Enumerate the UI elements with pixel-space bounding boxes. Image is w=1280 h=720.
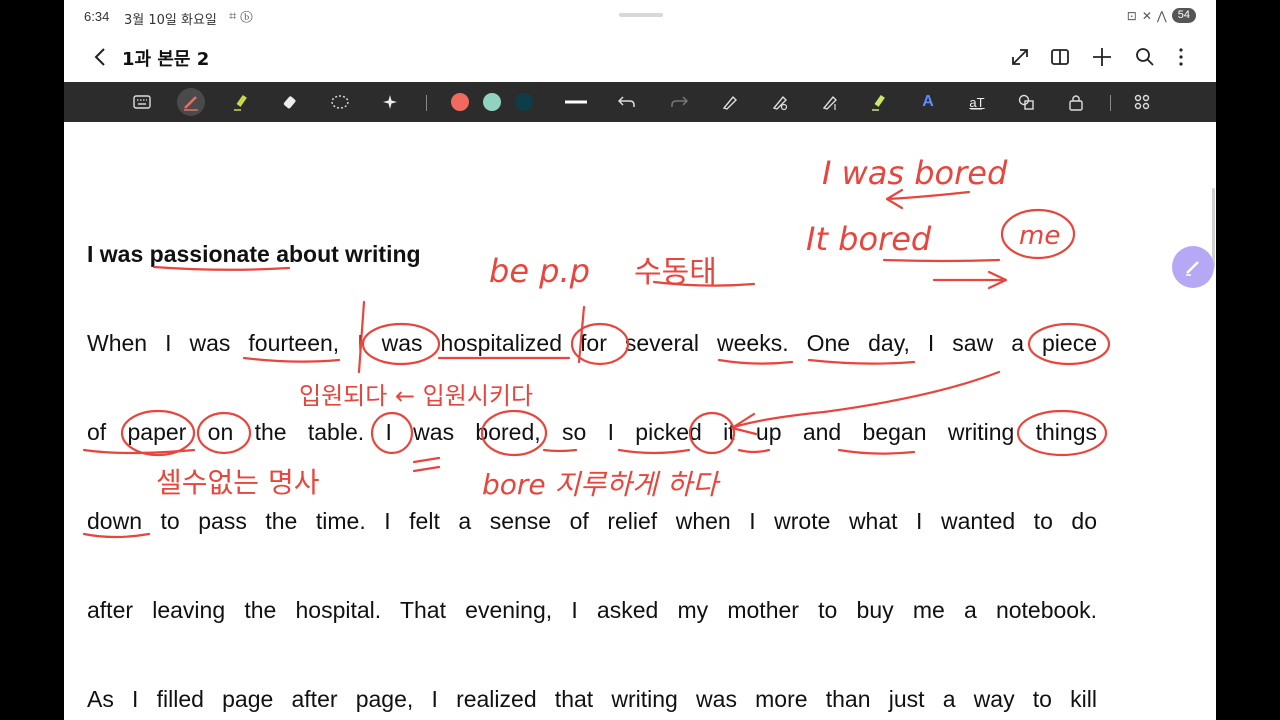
ink-note-bepp: be p.p bbox=[489, 252, 590, 290]
ink-arrow-right bbox=[932, 270, 1008, 290]
ink-equals-arrow bbox=[412, 456, 441, 473]
ink-underline-up bbox=[737, 448, 771, 454]
paragraph-line-4: after leaving the hospital. That evening… bbox=[87, 597, 1097, 623]
ink-underline-one-day bbox=[807, 358, 916, 365]
text-box-icon[interactable]: a͟T bbox=[963, 88, 991, 116]
ink-underline-of-paper bbox=[82, 448, 196, 455]
mute-icon: ✕ bbox=[1141, 8, 1152, 23]
ink-note-uncountable: 셀수없는 명사 bbox=[156, 466, 319, 499]
paragraph-line-3: down to pass the time. I felt a sense of… bbox=[87, 508, 1097, 534]
more-options-icon[interactable] bbox=[1168, 44, 1194, 70]
status-time: 6:34 bbox=[84, 9, 110, 24]
scrollbar[interactable] bbox=[1212, 188, 1215, 268]
paragraph-line-5: As I filled page after page, I realized … bbox=[87, 686, 1097, 712]
status-notification-icons: ⌗ⓑ bbox=[229, 8, 257, 23]
pen-shape-icon[interactable] bbox=[766, 88, 794, 116]
ink-circle-me bbox=[1000, 208, 1076, 260]
back-arrow-icon[interactable] bbox=[88, 44, 114, 70]
floating-pen-button[interactable] bbox=[1172, 246, 1214, 288]
app-screen: 6:34 3월 10일 화요일 ⌗ⓑ ⊡ ✕ ⋀ 54 1과 본문 2 A a͟… bbox=[64, 0, 1216, 720]
redo-icon[interactable] bbox=[665, 88, 693, 116]
search-icon[interactable] bbox=[1132, 44, 1158, 70]
ink-note-bore: bore 지루하게 하다 bbox=[482, 468, 721, 501]
text-style-icon[interactable]: A bbox=[914, 88, 942, 116]
ink-note-was-bored: I was bored bbox=[822, 154, 1008, 192]
keyboard-icon[interactable] bbox=[128, 88, 156, 116]
stroke-width-icon[interactable] bbox=[562, 88, 590, 116]
status-date: 3월 10일 화요일 bbox=[124, 13, 217, 28]
grid-menu-icon[interactable] bbox=[1128, 88, 1156, 116]
page-title: 1과 본문 2 bbox=[122, 49, 210, 70]
floating-pen-icon bbox=[1186, 261, 1199, 276]
toolbar-divider-2 bbox=[1110, 95, 1111, 111]
color-swatch-teal[interactable] bbox=[515, 93, 533, 111]
pen-icon[interactable] bbox=[177, 88, 205, 116]
ink-note-me: me bbox=[1019, 221, 1060, 251]
pen-upload-icon[interactable] bbox=[816, 88, 844, 116]
paragraph-line-2: of paper on the table. I was bored, so I… bbox=[87, 419, 1097, 445]
add-icon[interactable] bbox=[1089, 44, 1115, 70]
status-right-icons: ⊡ ✕ ⋀ 54 bbox=[1127, 8, 1196, 23]
multitask-handle[interactable] bbox=[619, 13, 663, 17]
wifi-icon: ⋀ bbox=[1156, 8, 1167, 23]
ink-underline-passive bbox=[652, 280, 756, 287]
ink-underline-picked bbox=[617, 448, 691, 455]
status-bar: 6:34 3월 10일 화요일 ⌗ⓑ ⊡ ✕ ⋀ 54 bbox=[64, 0, 1216, 34]
lock-icon[interactable] bbox=[1062, 88, 1090, 116]
eraser-icon[interactable] bbox=[276, 88, 304, 116]
ink-note-hospitalized: 입원되다 ← 입원시키다 bbox=[299, 382, 533, 410]
ai-sparkle-icon[interactable] bbox=[376, 88, 404, 116]
ink-note-passive: 수동태 bbox=[634, 255, 717, 290]
color-swatch-mint[interactable] bbox=[483, 93, 501, 111]
ink-underline-bored bbox=[882, 258, 1001, 263]
paragraph-line-1: When I was fourteen, I was hospitalized … bbox=[87, 330, 1097, 356]
note-page[interactable]: I was passionate about writing When I wa… bbox=[64, 122, 1216, 720]
expand-icon[interactable] bbox=[1007, 44, 1033, 70]
book-view-icon[interactable] bbox=[1047, 44, 1073, 70]
shapes-icon[interactable] bbox=[1012, 88, 1040, 116]
ink-underline-weeks bbox=[717, 358, 794, 365]
ink-underline-so bbox=[542, 448, 578, 453]
section-heading: I was passionate about writing bbox=[87, 241, 421, 267]
undo-icon[interactable] bbox=[613, 88, 641, 116]
toolbar-divider bbox=[426, 95, 427, 111]
highlighter-icon[interactable] bbox=[227, 88, 255, 116]
ink-note-it-bored: It bored bbox=[806, 220, 932, 258]
pen-settings-icon[interactable] bbox=[716, 88, 744, 116]
ink-underline-fourteen bbox=[242, 356, 341, 363]
ink-arrow-left bbox=[885, 188, 971, 210]
ink-underline-began bbox=[837, 448, 916, 455]
title-bar: 1과 본문 2 bbox=[64, 34, 1216, 82]
battery-indicator: 54 bbox=[1171, 8, 1196, 23]
color-swatch-red[interactable] bbox=[451, 93, 469, 111]
lasso-icon[interactable] bbox=[326, 88, 354, 116]
color-highlighter-icon[interactable] bbox=[865, 88, 893, 116]
cast-icon: ⊡ bbox=[1126, 8, 1137, 23]
drawing-toolbar: A a͟T bbox=[64, 82, 1216, 122]
